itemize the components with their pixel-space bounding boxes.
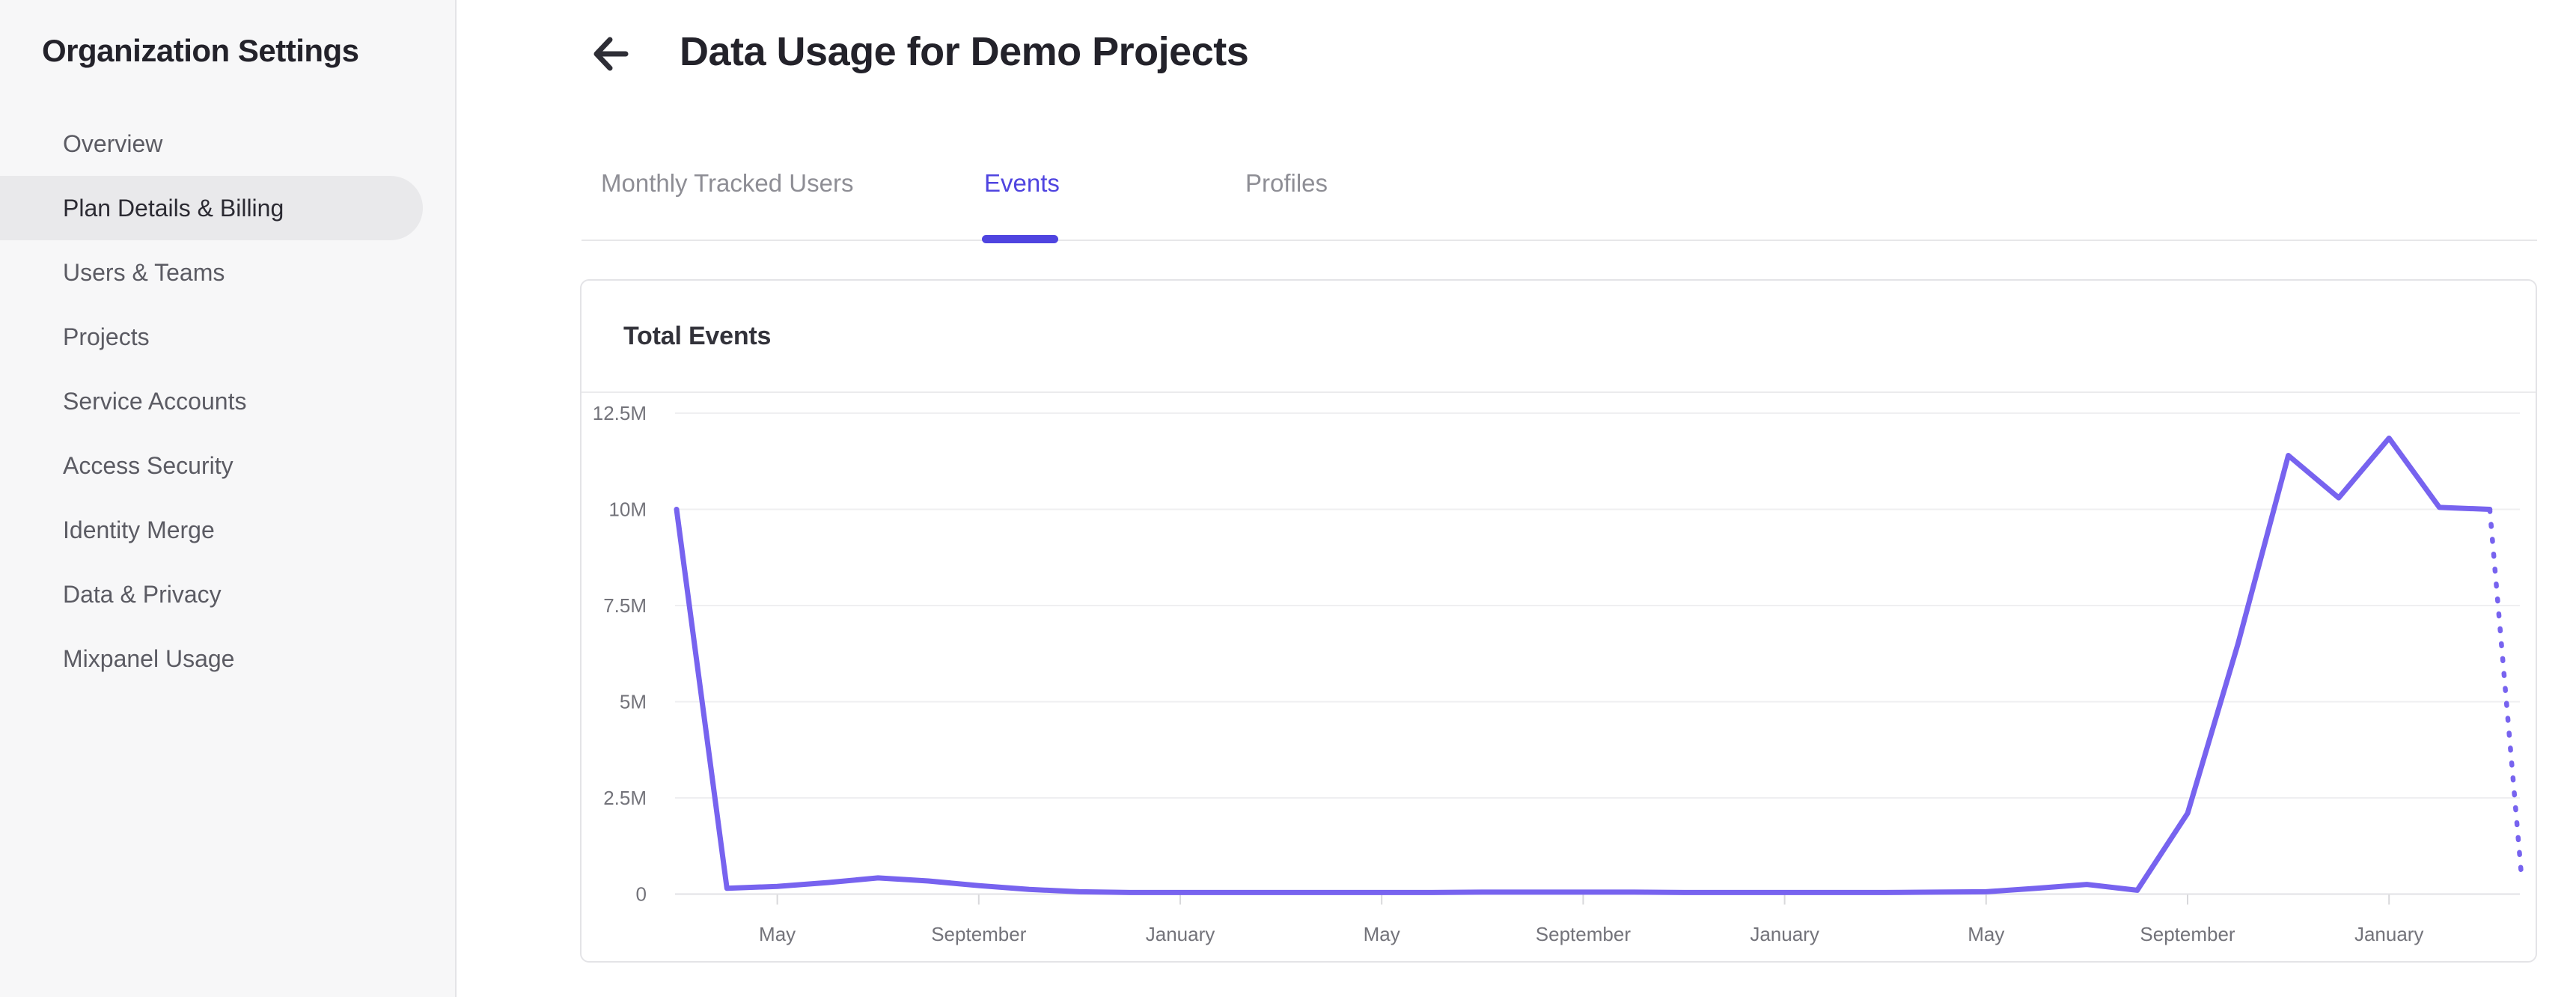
y-axis-label: 7.5M [603, 594, 647, 617]
x-axis-label: January [1750, 923, 1819, 945]
total-events-chart[interactable]: 12.5M 10M 7.5M 5M 2.5M 0 May September January Ma… [582, 393, 2536, 961]
sidebar-item-projects[interactable]: Projects [0, 305, 423, 369]
tab-profiles[interactable]: Profiles [1245, 166, 1328, 201]
sidebar-item-identity-merge[interactable]: Identity Merge [0, 498, 423, 562]
arrow-left-icon [592, 34, 629, 76]
tab-events[interactable]: Events [984, 166, 1060, 201]
x-axis-label: January [2354, 923, 2424, 945]
x-axis-label: September [2140, 923, 2235, 945]
x-axis-label: September [1536, 923, 1632, 945]
x-axis-label: May [1364, 923, 1400, 945]
y-axis-label: 5M [620, 691, 647, 713]
page: Organization Settings Overview Plan Detai… [0, 0, 2576, 997]
card-title: Total Events [623, 321, 772, 350]
tab-monthly-tracked-users[interactable]: Monthly Tracked Users [601, 166, 853, 201]
sidebar-nav-list: Overview Plan Details & Billing Users & Te… [0, 112, 455, 691]
x-axis-label: January [1146, 923, 1215, 945]
sidebar: Organization Settings Overview Plan Detai… [0, 0, 457, 997]
y-axis-label: 10M [608, 498, 647, 521]
active-tab-underline [982, 235, 1058, 243]
page-title: Data Usage for Demo Projects [680, 29, 1249, 74]
y-axis-label: 2.5M [603, 787, 647, 809]
card-header: Total Events [582, 281, 2536, 393]
sidebar-nav: Overview Plan Details & Billing Users & Te… [0, 112, 455, 691]
sidebar-title: Organization Settings [42, 33, 359, 68]
events-line-projection [2487, 507, 2524, 878]
sidebar-item-users-teams[interactable]: Users & Teams [0, 240, 423, 305]
x-axis-label: September [931, 923, 1027, 945]
total-events-card: Total Events 12.5M 10M 7.5M 5M 2.5M 0 May Septe… [580, 279, 2537, 963]
sidebar-item-mixpanel-usage[interactable]: Mixpanel Usage [0, 626, 423, 691]
back-button[interactable] [590, 33, 632, 76]
y-axis-label: 12.5M [593, 405, 647, 424]
tab-bar-divider [582, 240, 2537, 241]
x-axis-label: May [759, 923, 796, 945]
sidebar-item-plan-details-billing[interactable]: Plan Details & Billing [0, 176, 423, 240]
y-axis-label: 0 [636, 883, 647, 906]
events-line [674, 435, 2493, 895]
sidebar-item-data-privacy[interactable]: Data & Privacy [0, 562, 423, 626]
x-axis-label: May [1968, 923, 2004, 945]
sidebar-item-overview[interactable]: Overview [0, 112, 423, 176]
sidebar-item-service-accounts[interactable]: Service Accounts [0, 369, 423, 433]
sidebar-item-access-security[interactable]: Access Security [0, 433, 423, 498]
